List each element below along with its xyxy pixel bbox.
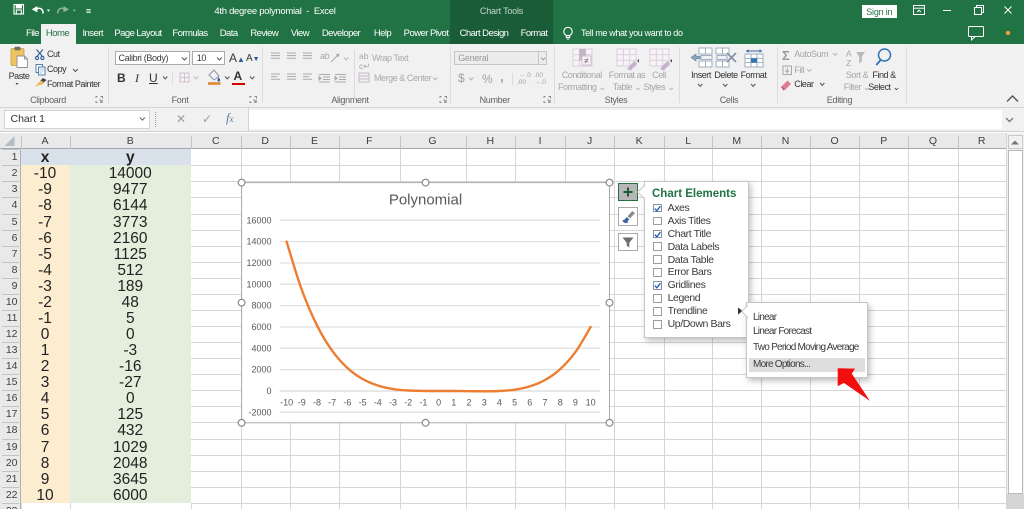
svg-text:2000: 2000: [251, 365, 271, 375]
svg-text:3: 3: [482, 397, 487, 407]
svg-text:Polynomial: Polynomial: [389, 192, 462, 209]
svg-text:-5: -5: [359, 397, 367, 407]
svg-text:10: 10: [586, 397, 596, 407]
svg-text:7: 7: [542, 397, 547, 407]
svg-text:9: 9: [573, 397, 578, 407]
svg-text:-3: -3: [389, 397, 397, 407]
svg-text:8000: 8000: [251, 301, 271, 311]
svg-text:-2000: -2000: [248, 407, 271, 417]
svg-text:12000: 12000: [246, 258, 271, 268]
svg-text:1: 1: [451, 397, 456, 407]
svg-text:-9: -9: [298, 397, 306, 407]
svg-text:4: 4: [497, 397, 502, 407]
svg-text:4000: 4000: [251, 343, 271, 353]
svg-text:5: 5: [512, 397, 517, 407]
svg-text:.00: .00: [517, 79, 526, 85]
svg-text:0: 0: [436, 397, 441, 407]
svg-text:A: A: [846, 49, 852, 59]
svg-text:2: 2: [466, 397, 471, 407]
svg-text:8: 8: [558, 397, 563, 407]
svg-text:-8: -8: [313, 397, 321, 407]
svg-text:-2: -2: [404, 397, 412, 407]
svg-text:≠: ≠: [584, 57, 589, 66]
svg-text:10000: 10000: [246, 279, 271, 289]
svg-text:←.0: ←.0: [519, 72, 531, 79]
svg-text:-6: -6: [343, 397, 351, 407]
svg-text:-10: -10: [280, 397, 293, 407]
svg-text:16000: 16000: [246, 215, 271, 225]
svg-text:6: 6: [527, 397, 532, 407]
svg-text:-7: -7: [328, 397, 336, 407]
svg-text:14000: 14000: [246, 237, 271, 247]
svg-text:-1: -1: [419, 397, 427, 407]
svg-text:6000: 6000: [251, 322, 271, 332]
svg-text:0: 0: [266, 386, 271, 396]
svg-text:Z: Z: [846, 58, 851, 68]
svg-text:-4: -4: [374, 397, 382, 407]
